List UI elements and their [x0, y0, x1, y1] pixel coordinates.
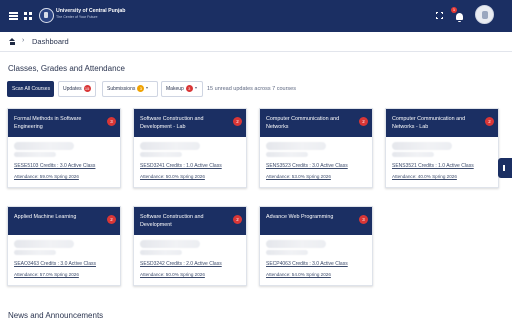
course-title[interactable]: Computer Communication and Networks - La… — [392, 115, 482, 131]
course-card-header: Computer Communication and Networks 2 — [260, 109, 372, 137]
submissions-filter-button[interactable]: Submissions 3 — [102, 81, 158, 97]
course-update-badge: 2 — [233, 215, 242, 224]
attendance-link[interactable]: Attendance: 40.0% Spring 2026 — [392, 174, 457, 179]
course-card[interactable]: Software Construction and Development - … — [133, 108, 247, 188]
course-title[interactable]: Computer Communication and Networks — [266, 115, 356, 131]
breadcrumb-current: Dashboard — [32, 37, 69, 46]
submissions-label: Submissions — [107, 86, 136, 92]
top-navbar: University of Central Punjab The Center … — [0, 0, 512, 32]
redacted-instructor — [14, 240, 74, 248]
redacted-detail — [266, 250, 308, 255]
fullscreen-icon[interactable] — [435, 11, 443, 19]
course-update-badge: 2 — [107, 215, 116, 224]
redacted-instructor — [140, 240, 200, 248]
course-code-link[interactable]: SESD3241 Credits : 1.0 Active Class — [140, 163, 222, 169]
avatar[interactable] — [475, 5, 494, 24]
chevron-down-icon — [146, 87, 149, 89]
chevron-down-icon — [194, 87, 197, 89]
redacted-instructor — [14, 142, 74, 150]
brand[interactable]: University of Central Punjab The Center … — [56, 8, 126, 19]
course-card[interactable]: Computer Communication and Networks - La… — [385, 108, 499, 188]
attendance-link[interactable]: Attendance: 50.0% Spring 2026 — [140, 272, 205, 277]
course-card-header: Computer Communication and Networks - La… — [386, 109, 498, 137]
course-title[interactable]: Advance Web Programming — [266, 213, 356, 221]
course-update-badge: 2 — [485, 117, 494, 126]
breadcrumb: › Dashboard — [0, 32, 512, 52]
course-code-link[interactable]: SESD3242 Credits : 2.0 Active Class — [140, 261, 222, 267]
redacted-detail — [140, 152, 182, 157]
attendance-link[interactable]: Attendance: 57.0% Spring 2026 — [14, 272, 79, 277]
redacted-instructor — [140, 142, 200, 150]
unread-summary: 15 unread updates across 7 courses — [207, 86, 296, 92]
attendance-link[interactable]: Attendance: 59.0% Spring 2026 — [14, 174, 79, 179]
course-update-badge: 2 — [233, 117, 242, 126]
course-card-header: Applied Machine Learning 2 — [8, 207, 120, 235]
notification-badge: 1 — [451, 7, 457, 13]
updates-filter-button[interactable]: Updates 15 — [58, 81, 96, 97]
redacted-instructor — [266, 240, 326, 248]
redacted-detail — [14, 152, 56, 157]
attendance-link[interactable]: Attendance: 54.0% Spring 2026 — [266, 272, 331, 277]
redacted-detail — [392, 152, 434, 157]
section-title-news: News and Announcements — [8, 311, 104, 320]
home-icon[interactable] — [9, 38, 16, 45]
makeup-filter-button[interactable]: Makeup 3 — [161, 81, 203, 97]
course-card-header: Software Construction and Development 2 — [134, 207, 246, 235]
course-card-header: Formal Methods in Software Engineering 3 — [8, 109, 120, 137]
attendance-link[interactable]: Attendance: 53.0% Spring 2026 — [266, 174, 331, 179]
redacted-instructor — [392, 142, 452, 150]
scan-all-label: Scan All Courses — [12, 86, 51, 92]
course-card[interactable]: Computer Communication and Networks 2 SE… — [259, 108, 373, 188]
makeup-label: Makeup — [166, 86, 184, 92]
course-card[interactable]: Applied Machine Learning 2 SEAO3463 Cred… — [7, 206, 121, 286]
course-update-badge: 3 — [359, 215, 368, 224]
course-title[interactable]: Software Construction and Development - … — [140, 115, 230, 131]
course-code-link[interactable]: SEAO3463 Credits : 3.0 Active Class — [14, 261, 96, 267]
university-name: University of Central Punjab — [56, 8, 126, 14]
submissions-count-badge: 3 — [137, 84, 145, 92]
updates-label: Updates — [63, 86, 82, 92]
course-card[interactable]: Formal Methods in Software Engineering 3… — [7, 108, 121, 188]
course-code-link[interactable]: SENS3521 Credits : 1.0 Active Class — [392, 163, 474, 169]
course-update-badge: 3 — [107, 117, 116, 126]
course-update-badge: 2 — [359, 117, 368, 126]
course-card-header: Advance Web Programming 3 — [260, 207, 372, 235]
redacted-instructor — [266, 142, 326, 150]
university-logo[interactable] — [39, 8, 54, 23]
course-card-header: Software Construction and Development - … — [134, 109, 246, 137]
scan-all-courses-button[interactable]: Scan All Courses — [7, 81, 54, 97]
menu-icon[interactable] — [9, 12, 18, 20]
course-code-link[interactable]: SESE5103 Credits : 3.0 Active Class — [14, 163, 95, 169]
course-title[interactable]: Applied Machine Learning — [14, 213, 104, 221]
attendance-link[interactable]: Attendance: 50.0% Spring 2026 — [140, 174, 205, 179]
updates-count-badge: 15 — [83, 84, 91, 92]
redacted-detail — [140, 250, 182, 255]
section-title-classes: Classes, Grades and Attendance — [8, 64, 125, 73]
side-panel-toggle[interactable] — [498, 158, 512, 178]
redacted-detail — [14, 250, 56, 255]
bell-icon[interactable] — [456, 13, 463, 22]
breadcrumb-separator: › — [22, 37, 25, 44]
course-code-link[interactable]: SENS3523 Credits : 3.0 Active Class — [266, 163, 348, 169]
course-title[interactable]: Software Construction and Development — [140, 213, 230, 229]
course-title[interactable]: Formal Methods in Software Engineering — [14, 115, 104, 131]
apps-icon[interactable] — [24, 12, 32, 20]
course-code-link[interactable]: SECP4063 Credits : 3.0 Active Class — [266, 261, 348, 267]
course-card[interactable]: Advance Web Programming 3 SECP4063 Credi… — [259, 206, 373, 286]
makeup-count-badge: 3 — [185, 84, 193, 92]
university-tagline: The Center of Your Future — [56, 14, 98, 19]
course-card[interactable]: Software Construction and Development 2 … — [133, 206, 247, 286]
redacted-detail — [266, 152, 308, 157]
